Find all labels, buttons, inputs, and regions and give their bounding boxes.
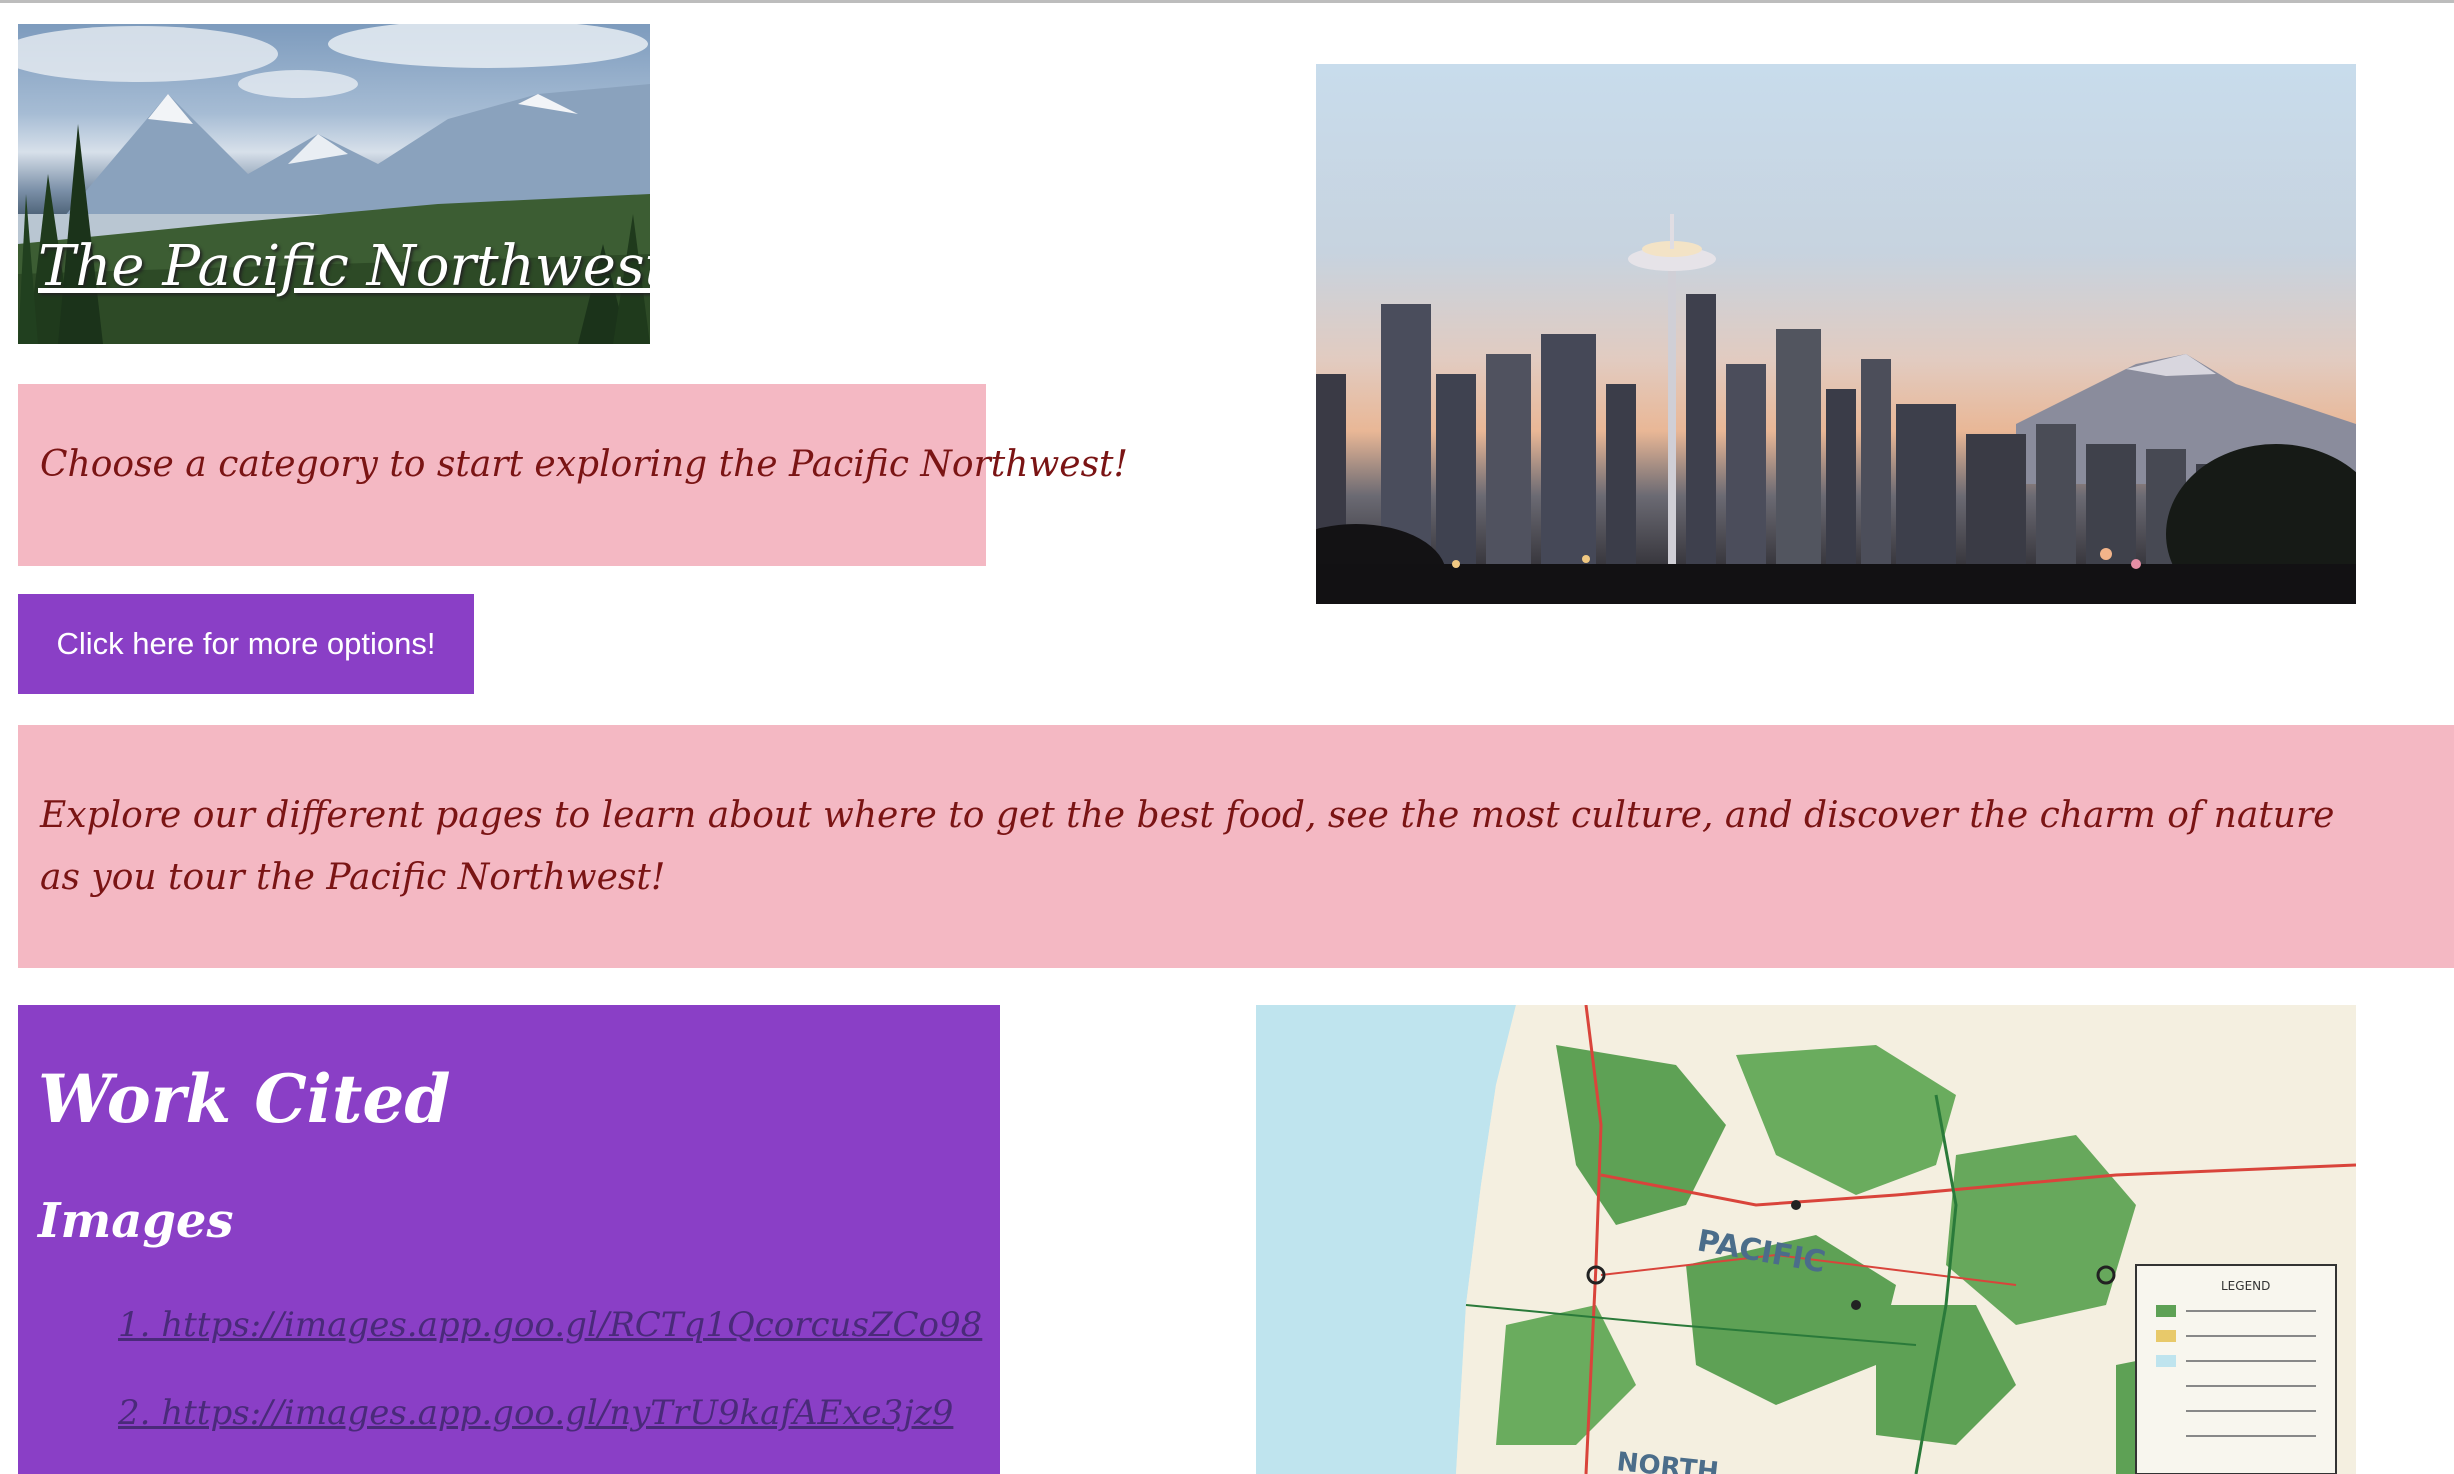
images-heading: Images xyxy=(38,1193,234,1249)
explore-text: Explore our different pages to learn abo… xyxy=(40,795,2335,898)
pacific-northwest-map-image: LEGEND PACIFIC NORTH xyxy=(1256,1005,2356,1474)
citation-link-1[interactable]: 1. https://images.app.goo.gl/RCTq1Qcorcu… xyxy=(118,1305,982,1345)
intro-box: Choose a category to start exploring the… xyxy=(18,384,1128,566)
site-title-link[interactable]: The Pacific Northwest xyxy=(38,234,650,299)
more-options-button[interactable]: Click here for more options! xyxy=(18,594,474,694)
works-cited-heading: Work Cited xyxy=(38,1060,451,1138)
header-banner: The Pacific Northwest xyxy=(18,24,650,344)
explore-box: Explore our different pages to learn abo… xyxy=(18,725,2454,968)
map-legend-title: LEGEND xyxy=(2221,1279,2270,1293)
map-graphic: LEGEND PACIFIC NORTH xyxy=(1256,1005,2356,1474)
intro-text: Choose a category to start exploring the… xyxy=(40,444,1128,485)
seattle-skyline-image xyxy=(1316,64,2356,604)
citation-link-2[interactable]: 2. https://images.app.goo.gl/nyTrU9kafAE… xyxy=(118,1393,953,1433)
window-top-border xyxy=(0,0,2454,3)
seattle-skyline-graphic xyxy=(1316,214,2356,604)
works-cited-section: Work Cited Images 1. https://images.app.… xyxy=(18,1005,1000,1474)
